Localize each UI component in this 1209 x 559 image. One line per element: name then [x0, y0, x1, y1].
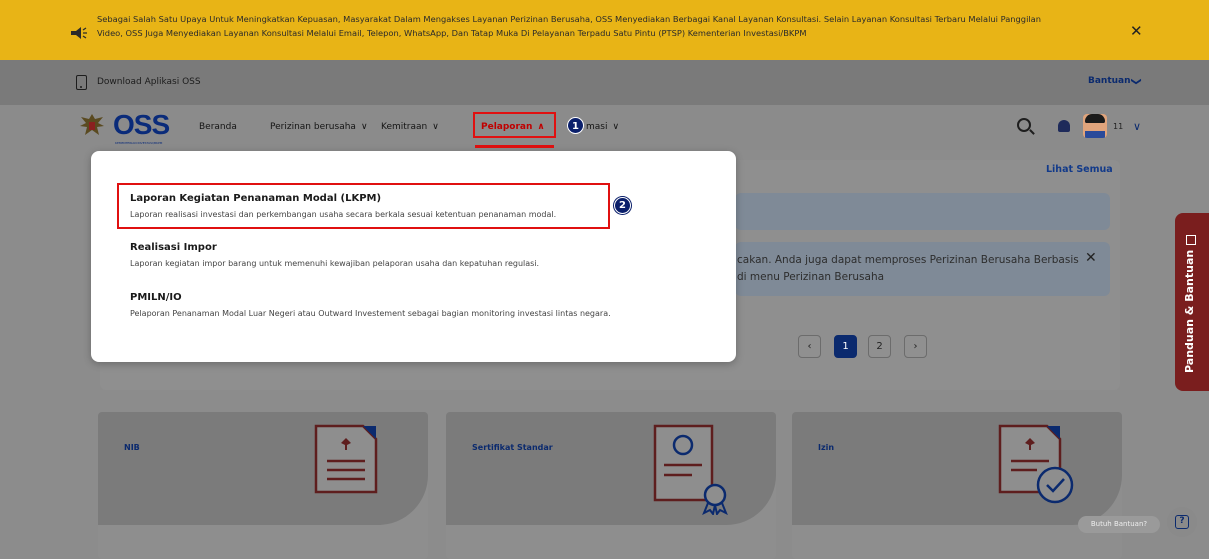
- banner-close-button[interactable]: ✕: [1130, 24, 1143, 39]
- nav-perizinan-berusaha[interactable]: Perizinan berusaha ∨: [270, 122, 368, 132]
- see-all-link[interactable]: Lihat Semua: [1046, 164, 1113, 175]
- announcement-banner: Sebagai Salah Satu Upaya Untuk Meningkat…: [0, 0, 1209, 60]
- phone-icon: [76, 75, 87, 90]
- menu-item-title: Realisasi Impor: [130, 242, 217, 253]
- step-badge-2: 2: [614, 197, 631, 214]
- bell-icon[interactable]: [1058, 120, 1070, 132]
- main-navbar: OSS KEMENTERIAN INVESTASI/BKPM Beranda P…: [0, 105, 1209, 150]
- book-icon: [1186, 235, 1196, 245]
- megaphone-icon: [71, 27, 87, 39]
- menu-item-pmiln-io[interactable]: PMILN/IO Pelaporan Penanaman Modal Luar …: [130, 292, 611, 318]
- sidetab-label: Panduan & Bantuan: [1183, 249, 1196, 373]
- menu-item-lkpm[interactable]: Laporan Kegiatan Penanaman Modal (LKPM) …: [130, 193, 556, 219]
- chevron-down-icon[interactable]: ∨: [1133, 120, 1141, 133]
- help-button[interactable]: ?: [1167, 507, 1197, 537]
- document-check-icon: [998, 424, 1074, 504]
- avatar[interactable]: [1083, 114, 1107, 138]
- notice-text: cakan. Anda juga dapat memproses Perizin…: [737, 254, 1079, 283]
- card-label: NIB: [124, 443, 140, 452]
- chevron-down-icon[interactable]: ❯: [1131, 77, 1142, 85]
- pagination-prev[interactable]: ‹: [798, 335, 821, 358]
- menu-item-desc: Pelaporan Penanaman Modal Luar Negeri at…: [130, 309, 611, 318]
- active-underline: [475, 145, 554, 148]
- card-label: Sertifikat Standar: [472, 443, 553, 452]
- pagination-next[interactable]: ›: [904, 335, 927, 358]
- pelaporan-dropdown-menu: Laporan Kegiatan Penanaman Modal (LKPM) …: [91, 151, 736, 362]
- help-menu[interactable]: Bantuan: [1088, 76, 1131, 86]
- nav-kemitraan[interactable]: Kemitraan ∨: [381, 122, 439, 132]
- download-bar: Download Aplikasi OSS Bantuan ❯: [0, 60, 1209, 136]
- close-icon[interactable]: ✕: [1085, 250, 1097, 266]
- menu-item-desc: Laporan realisasi investasi dan perkemba…: [130, 210, 557, 219]
- izin-card[interactable]: Izin: [792, 412, 1122, 559]
- chevron-down-icon: ∨: [612, 122, 620, 132]
- logo-subtitle: KEMENTERIAN INVESTASI/BKPM: [115, 141, 163, 145]
- banner-text: Sebagai Salah Satu Upaya Untuk Meningkat…: [97, 14, 1042, 38]
- search-icon[interactable]: [1017, 118, 1031, 132]
- info-box-notice: cakan. Anda juga dapat memproses Perizin…: [735, 242, 1110, 296]
- nav-beranda[interactable]: Beranda: [199, 122, 237, 132]
- pagination-page-1[interactable]: 1: [834, 335, 857, 358]
- garuda-emblem-icon: [80, 114, 104, 135]
- chevron-down-icon: ∨: [360, 122, 368, 132]
- info-box: [735, 193, 1110, 230]
- nav-informasi[interactable]: masi ∨: [586, 122, 619, 132]
- chevron-down-icon: ∨: [432, 122, 439, 132]
- sertifikat-standar-card[interactable]: Sertifikat Standar: [446, 412, 776, 559]
- download-app-link[interactable]: Download Aplikasi OSS: [97, 77, 201, 87]
- help-tooltip: Butuh Bantuan?: [1078, 516, 1160, 533]
- document-garuda-icon: [314, 424, 378, 494]
- menu-item-title: PMILN/IO: [130, 292, 182, 303]
- panduan-bantuan-tab[interactable]: Panduan & Bantuan: [1175, 213, 1209, 391]
- menu-item-title: Laporan Kegiatan Penanaman Modal (LKPM): [130, 193, 382, 204]
- menu-item-desc: Laporan kegiatan impor barang untuk meme…: [130, 259, 540, 268]
- card-label: Izin: [818, 443, 835, 452]
- nav-pelaporan[interactable]: Pelaporan ∧: [481, 122, 545, 132]
- question-icon: ?: [1175, 515, 1189, 529]
- username[interactable]: 11: [1113, 122, 1123, 131]
- step-badge-1: 1: [567, 117, 584, 134]
- nib-card[interactable]: NIB: [98, 412, 428, 559]
- pagination-page-2[interactable]: 2: [868, 335, 891, 358]
- oss-logo[interactable]: OSS: [113, 109, 170, 141]
- chevron-up-icon: ∧: [537, 122, 545, 132]
- menu-item-realisasi-impor[interactable]: Realisasi Impor Laporan kegiatan impor b…: [130, 242, 539, 268]
- certificate-icon: [653, 424, 728, 515]
